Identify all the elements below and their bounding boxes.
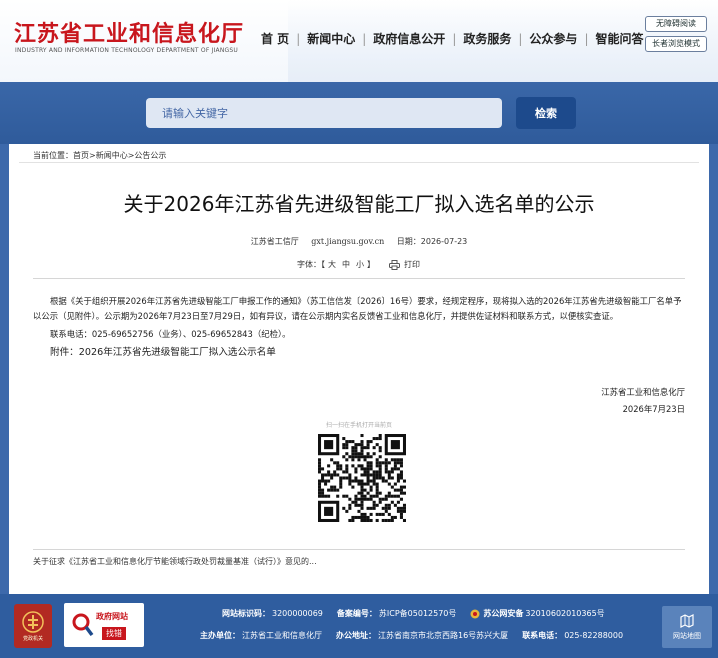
site-logo-english: INDUSTRY AND INFORMATION TECHNOLOGY DEPA…: [15, 47, 238, 54]
sitemap-button[interactable]: 网站地图: [662, 606, 712, 648]
footer-row-organizer: 主办单位： 江苏省工业和信息化厅 办公地址： 江苏省南京市北京西路16号苏兴大厦…: [200, 630, 623, 641]
breadcrumb-divider: [19, 162, 699, 163]
nav-smart-qa[interactable]: 智能问答: [588, 30, 650, 47]
party-gov-badge[interactable]: 党政机关: [14, 604, 52, 648]
main-nav: 首 页 | 新闻中心 | 政府信息公开 | 政务服务 | 公众参与 | 智能问答: [254, 30, 651, 47]
article-source: 江苏省工信厅: [250, 237, 299, 246]
article-site: gxt.jiangsu.gov.cn: [311, 237, 385, 246]
error-report-label: 找错: [102, 627, 126, 640]
search-input[interactable]: [146, 98, 502, 128]
font-size-controls: 字体：【 大 中 小 】 打印: [297, 259, 420, 270]
qr-label: 扫一扫在手机打开当前页: [325, 422, 392, 429]
font-small-button[interactable]: 小: [356, 259, 364, 270]
article-attachment-link[interactable]: 附件：2026年江苏省先进级智能工厂拟入选公示名单: [33, 346, 685, 361]
site-header: 江苏省工业和信息化厅 INDUSTRY AND INFORMATION TECH…: [0, 0, 718, 82]
article-panel: 当前位置：首页>新闻中心>公告公示 关于2026年江苏省先进级智能工厂拟入选名单…: [9, 144, 709, 594]
elder-mode-button[interactable]: 长者浏览模式: [645, 36, 707, 52]
search-band: 检索: [0, 82, 718, 144]
font-label: 字体：【: [297, 260, 325, 269]
breadcrumb[interactable]: 当前位置：首页>新闻中心>公告公示: [33, 150, 166, 161]
nav-participation[interactable]: 公众参与: [522, 30, 584, 47]
font-label-close: 】: [367, 260, 375, 269]
phone-value: 025-82288000: [564, 631, 624, 640]
map-icon: [680, 613, 694, 628]
address-key: 办公地址：: [336, 631, 376, 640]
article-date: 日期：2026-07-23: [396, 237, 468, 246]
nav-home[interactable]: 首 页: [254, 30, 296, 47]
footer-row-registration: 网站标识码： 3200000069 备案编号： 苏ICP备05012570号 苏…: [222, 608, 605, 619]
font-large-button[interactable]: 大: [328, 259, 336, 270]
police-record-key: 苏公网安备: [483, 609, 524, 618]
article-contact: 联系电话：025-69652756（业务）、025-69652843（纪检）。: [50, 329, 291, 340]
print-label: 打印: [404, 260, 420, 269]
organizer-value: 江苏省工业和信息化厅: [242, 631, 322, 640]
phone-key: 联系电话：: [522, 631, 563, 640]
site-footer: 党政机关 政府网站 找错 网站标识码： 3200000069 备案编号： 苏IC…: [0, 594, 718, 658]
icp-value[interactable]: 苏ICP备05012570号: [379, 608, 457, 619]
nav-services[interactable]: 政务服务: [456, 30, 518, 47]
signature-org: 江苏省工业和信息化厅: [601, 387, 685, 397]
qr-code-icon: [318, 434, 406, 522]
article-body: 根据《关于组织开展2026年江苏省先进级智能工厂申报工作的通知》（苏工信信发〔2…: [33, 294, 685, 364]
related-article-link[interactable]: 关于征求《江苏省工业和信息化厅节能领域行政处罚裁量基准（试行）》意见的...: [33, 556, 317, 567]
magnifier-icon: [72, 613, 94, 637]
article-title: 关于2026年江苏省先进级智能工厂拟入选名单的公示: [123, 192, 595, 216]
font-medium-button[interactable]: 中: [342, 259, 350, 270]
gov-site-label: 政府网站: [96, 612, 128, 621]
nav-news[interactable]: 新闻中心: [300, 30, 362, 47]
article-signature: 江苏省工业和信息化厅 2026年7月23日: [601, 384, 685, 418]
article-meta: 江苏省工信厅 gxt.jiangsu.gov.cn 日期：2026-07-23: [9, 236, 709, 247]
search-button[interactable]: 检索: [516, 97, 576, 129]
accessibility-tools: 无障碍阅读 长者浏览模式: [645, 16, 713, 56]
article-paragraph: 根据《关于组织开展2026年江苏省先进级智能工厂申报工作的通知》（苏工信信发〔2…: [33, 296, 682, 321]
site-id-key: 网站标识码：: [222, 609, 270, 618]
party-gov-emblem-icon: [22, 610, 44, 633]
signature-date: 2026年7月23日: [622, 404, 685, 414]
organizer-key: 主办单位：: [200, 631, 240, 640]
related-divider: [33, 549, 685, 550]
police-record-value[interactable]: 32010602010365号: [525, 608, 604, 619]
police-badge-icon: [470, 609, 480, 618]
site-logo[interactable]: 江苏省工业和信息化厅: [14, 16, 244, 48]
nav-gov-info[interactable]: 政府信息公开: [366, 30, 452, 47]
printer-icon: [389, 259, 400, 270]
content-divider: [33, 278, 685, 279]
gov-site-error-badge[interactable]: 政府网站 找错: [64, 603, 144, 647]
print-button[interactable]: 打印: [389, 259, 420, 270]
sitemap-label: 网站地图: [673, 631, 701, 640]
address-value: 江苏省南京市北京西路16号苏兴大厦: [378, 631, 509, 640]
icp-key: 备案编号：: [336, 609, 377, 618]
site-id-value: 3200000069: [272, 609, 323, 618]
accessible-reading-button[interactable]: 无障碍阅读: [645, 16, 707, 32]
party-gov-badge-label: 党政机关: [22, 635, 43, 642]
